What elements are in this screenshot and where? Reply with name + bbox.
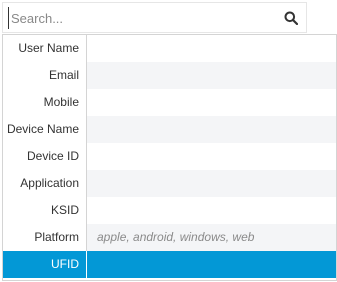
field-value[interactable]: apple, android, windows, web [87,224,336,251]
field-label: Device Name [3,116,87,143]
fields-panel: User Name Email Mobile Device Name Devic… [2,34,337,281]
field-row-email[interactable]: Email [3,62,336,89]
field-value[interactable] [87,251,336,278]
field-value[interactable] [87,89,336,116]
field-row-application[interactable]: Application [3,170,336,197]
field-value[interactable] [87,35,336,62]
field-row-device-name[interactable]: Device Name [3,116,336,143]
field-label: Platform [3,224,87,251]
search-icon[interactable] [284,11,299,26]
field-label: Application [3,170,87,197]
field-label: UFID [3,251,87,278]
field-row-mobile[interactable]: Mobile [3,89,336,116]
field-label: Email [3,62,87,89]
field-value[interactable] [87,143,336,170]
field-row-ksid[interactable]: KSID [3,197,336,224]
field-label: Mobile [3,89,87,116]
search-input[interactable] [8,7,271,29]
field-row-ufid[interactable]: UFID [3,251,336,278]
search-bar [2,2,307,33]
field-label: User Name [3,35,87,62]
field-value[interactable] [87,197,336,224]
field-label: KSID [3,197,87,224]
field-value[interactable] [87,170,336,197]
field-value[interactable] [87,116,336,143]
field-label: Device ID [3,143,87,170]
field-row-user-name[interactable]: User Name [3,35,336,62]
field-row-device-id[interactable]: Device ID [3,143,336,170]
field-value[interactable] [87,62,336,89]
field-row-platform[interactable]: Platform apple, android, windows, web [3,224,336,251]
